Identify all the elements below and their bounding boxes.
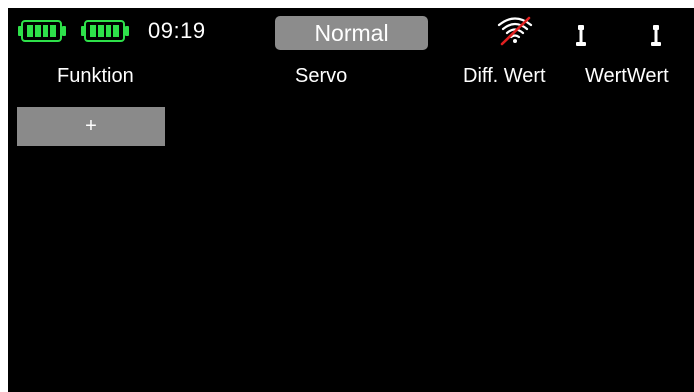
receiver-battery-icon (81, 20, 129, 42)
clock: 09:19 (148, 18, 206, 43)
transmitter-battery-icon (18, 20, 66, 42)
stick-icon (651, 25, 661, 46)
screen: 09:19 Normal Funktion Servo Diff. Wert W… (8, 8, 694, 392)
column-header-servo: Servo (295, 65, 348, 87)
wifi-off-icon (497, 16, 533, 46)
stick-icon (576, 25, 586, 46)
column-header-function: Funktion (57, 65, 134, 87)
column-header-diff-value: Diff. Wert (463, 65, 546, 87)
flight-mode-button[interactable]: Normal (275, 16, 428, 50)
column-header-value: WertWert (585, 65, 669, 87)
add-button[interactable]: + (17, 107, 165, 146)
